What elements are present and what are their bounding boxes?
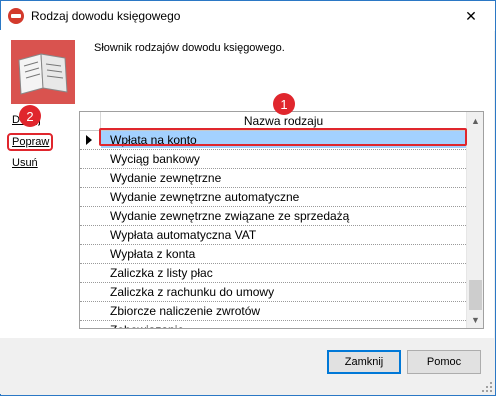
table-row[interactable]: Wydanie zewnętrzne związane ze sprzedażą <box>80 207 466 226</box>
delete-link[interactable]: Usuń <box>12 157 38 169</box>
title-bar: Rodzaj dowodu księgowego ✕ <box>1 1 495 31</box>
row-label: Zaliczka z rachunku do umowy <box>110 285 275 299</box>
vertical-scrollbar[interactable]: ▲ ▼ <box>466 112 483 328</box>
table-row[interactable]: Wyciąg bankowy <box>80 150 466 169</box>
row-indicator <box>80 245 100 263</box>
row-label: Wydanie zewnętrzne <box>110 171 222 185</box>
edit-link-highlight <box>7 133 53 151</box>
table-row[interactable]: Zaliczka z listy płac <box>80 264 466 283</box>
table-row[interactable]: Zobowiązanie <box>80 321 466 328</box>
row-label: Wydanie zewnętrzne automatyczne <box>110 190 300 204</box>
row-indicator <box>80 150 100 168</box>
row-indicator <box>80 131 100 149</box>
dictionary-description: Słownik rodzajów dowodu księgowego. <box>94 42 285 54</box>
grid-rows: Wpłata na konto Wyciąg bankowy Wydanie zew… <box>80 131 466 328</box>
row-indicator <box>80 188 100 206</box>
selected-row-highlight <box>99 128 467 146</box>
scroll-thumb[interactable] <box>469 280 482 310</box>
row-label: Wyciąg bankowy <box>110 152 200 166</box>
row-label: Wypłata z konta <box>110 247 196 261</box>
book-icon <box>11 40 75 104</box>
step-badge-1: 1 <box>273 93 295 115</box>
row-indicator <box>80 226 100 244</box>
row-indicator <box>80 264 100 282</box>
dialog-footer: Zamknij Pomoc <box>0 338 494 394</box>
table-row[interactable]: Zaliczka z rachunku do umowy <box>80 283 466 302</box>
scroll-up-icon[interactable]: ▲ <box>467 112 483 129</box>
resize-grip-icon[interactable] <box>482 382 492 392</box>
table-row[interactable]: Zbiorcze naliczenie zwrotów <box>80 302 466 321</box>
help-button[interactable]: Pomoc <box>407 350 481 374</box>
scroll-down-icon[interactable]: ▼ <box>467 311 483 328</box>
table-row[interactable]: Wydanie zewnętrzne automatyczne <box>80 188 466 207</box>
table-row[interactable]: Wypłata z konta <box>80 245 466 264</box>
app-logo-icon <box>8 8 24 24</box>
row-label: Wypłata automatyczna VAT <box>110 228 257 242</box>
row-indicator <box>80 283 100 301</box>
grid-indicator-header <box>80 112 101 130</box>
row-label: Wydanie zewnętrzne związane ze sprzedażą <box>110 209 350 223</box>
table-row[interactable]: Wypłata automatyczna VAT <box>80 226 466 245</box>
row-indicator <box>80 207 100 225</box>
row-label: Zaliczka z listy płac <box>110 266 213 280</box>
row-label: Zbiorcze naliczenie zwrotów <box>110 304 261 318</box>
row-indicator <box>80 302 100 320</box>
row-indicator <box>80 169 100 187</box>
window-title: Rodzaj dowodu księgowego <box>31 9 181 23</box>
close-dialog-button[interactable]: Zamknij <box>327 350 401 374</box>
close-button[interactable]: ✕ <box>447 1 495 31</box>
row-indicator <box>80 321 100 328</box>
step-badge-2: 2 <box>19 105 41 127</box>
table-row[interactable]: Wydanie zewnętrzne <box>80 169 466 188</box>
current-row-arrow-icon <box>86 135 92 145</box>
column-header-name[interactable]: Nazwa rodzaju <box>101 114 466 128</box>
row-label: Zobowiązanie <box>110 323 184 328</box>
